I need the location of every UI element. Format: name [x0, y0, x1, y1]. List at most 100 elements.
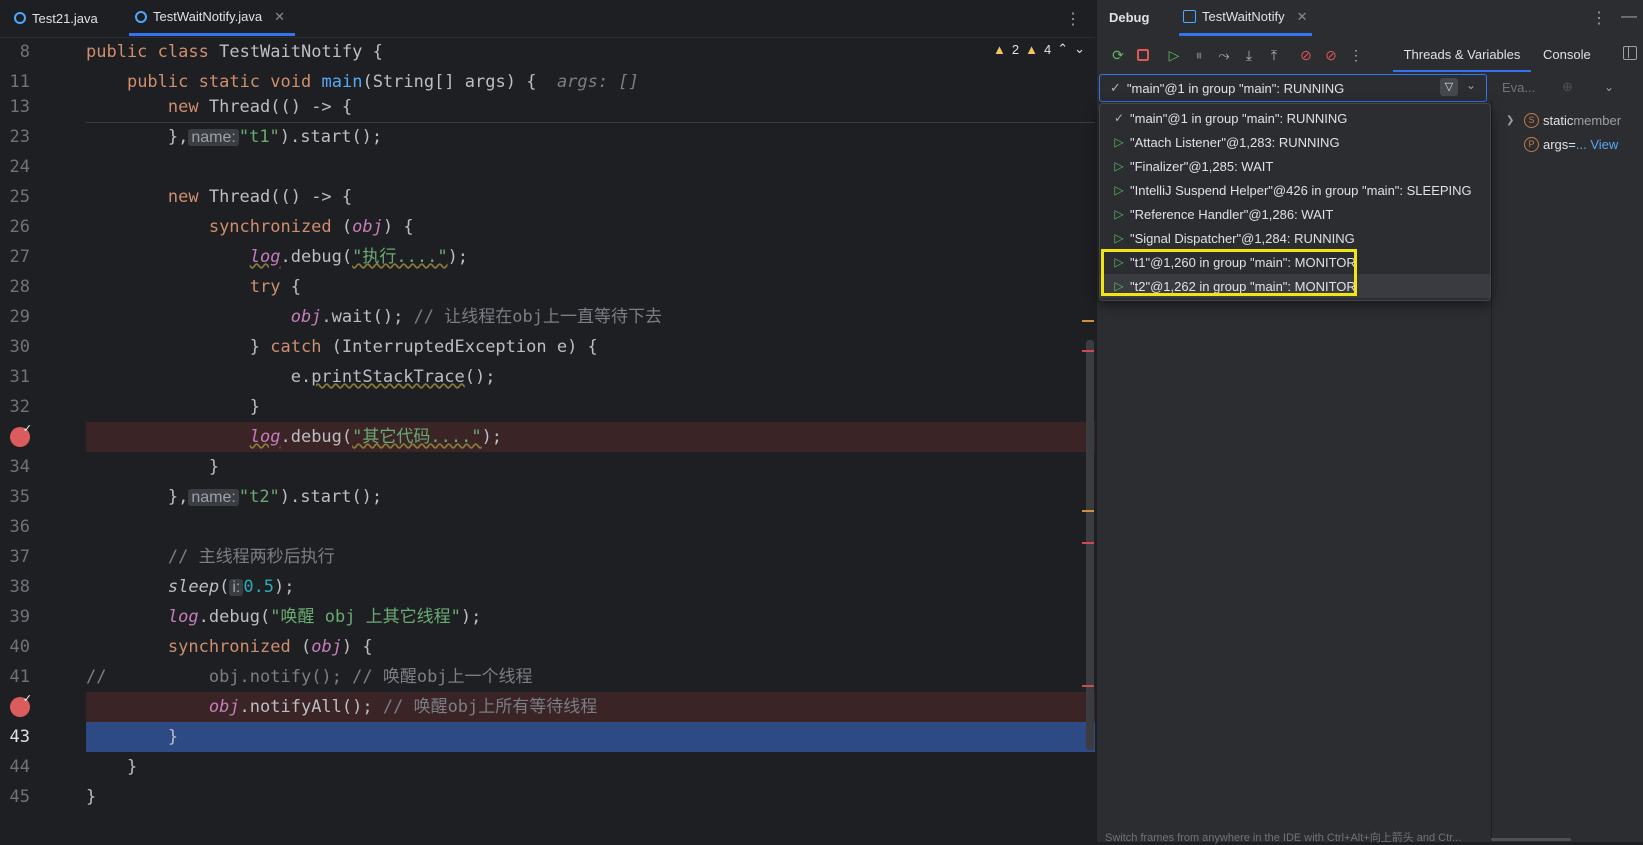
line-number: 41 [9, 667, 30, 687]
error-stripe-mark[interactable] [1082, 320, 1094, 322]
step-out-icon[interactable]: ⤒ [1265, 46, 1283, 64]
tab-threads-variables[interactable]: Threads & Variables [1393, 40, 1531, 72]
thread-item[interactable]: ▷ "Reference Handler"@1,286: WAIT [1100, 202, 1490, 226]
error-stripe-mark[interactable] [1082, 685, 1094, 687]
line-number: 27 [9, 247, 30, 267]
thread-item[interactable]: ▷ "IntelliJ Suspend Helper"@426 in group … [1100, 178, 1490, 202]
tab-testwaitnotify[interactable]: TestWaitNotify.java ✕ [129, 0, 295, 36]
line-number: 8 [19, 42, 30, 62]
thread-item[interactable]: ▷ "Signal Dispatcher"@1,284: RUNNING [1100, 226, 1490, 250]
tab-test21[interactable]: Test21.java [14, 0, 98, 36]
tab-label: TestWaitNotify.java [153, 9, 263, 24]
line-number: 24 [9, 157, 30, 177]
splitter[interactable] [1491, 100, 1492, 842]
line-number: 30 [9, 337, 30, 357]
close-icon[interactable]: ✕ [1297, 9, 1308, 25]
execution-line: } [86, 722, 1095, 752]
line-number: 45 [9, 787, 30, 807]
editor-scrollbar[interactable] [1086, 340, 1094, 750]
chevron-down-icon[interactable]: ⌄ [1466, 78, 1476, 92]
stop-button[interactable] [1134, 46, 1152, 64]
play-icon: ▷ [1114, 135, 1124, 149]
more-icon[interactable]: ⋮ [1065, 9, 1081, 29]
selected-thread-label: "main"@1 in group "main": RUNNING [1126, 80, 1345, 96]
gutter[interactable]: 8 11 13 23 24 25 26 27 28 29 30 31 32 34… [0, 37, 86, 842]
close-icon[interactable]: ✕ [274, 9, 285, 25]
mute-breakpoints-icon[interactable]: ⊘ [1322, 46, 1340, 64]
pause-icon[interactable]: ⏸ [1190, 46, 1208, 64]
layout-icon[interactable] [1623, 46, 1637, 60]
line-number: 35 [9, 487, 30, 507]
code-line: } [86, 787, 97, 807]
thread-dropdown-list: ✓ "main"@1 in group "main": RUNNING ▷ "Att… [1099, 103, 1491, 301]
parameter-hint: name: [188, 129, 239, 146]
inline-debug-value: args: [] [556, 72, 639, 92]
view-breakpoints-icon[interactable]: ⊘ [1297, 46, 1315, 64]
filter-icon[interactable]: ▽ [1440, 78, 1458, 96]
editor-pane: Test21.java TestWaitNotify.java ✕ ⋮ ▲ 2 ▲… [0, 0, 1095, 842]
tab-console[interactable]: Console [1543, 40, 1591, 70]
chevron-right-icon[interactable]: ❯ [1506, 115, 1518, 126]
code-line: new Thread(() -> { [167, 97, 353, 117]
step-into-icon[interactable]: ⤓ [1240, 46, 1258, 64]
play-icon: ▷ [1114, 231, 1124, 245]
line-number: 28 [9, 277, 30, 297]
debug-session-icon [1183, 10, 1196, 23]
check-icon: ✓ [1113, 111, 1125, 125]
play-icon: ▷ [1114, 207, 1124, 221]
minimize-icon[interactable]: — [1621, 8, 1637, 26]
static-badge-icon: S [1524, 112, 1539, 128]
debug-header: Debug TestWaitNotify ✕ ⋮ — [1097, 0, 1643, 36]
thread-item[interactable]: ▷ "Finalizer"@1,285: WAIT [1100, 154, 1490, 178]
debug-session-tab[interactable]: TestWaitNotify ✕ [1179, 0, 1312, 36]
more-icon[interactable]: ⋮ [1591, 8, 1607, 28]
code-line: } [208, 457, 220, 477]
stop-icon [1137, 49, 1149, 61]
breakpoint-line: log.debug("其它代码...."); [86, 422, 1095, 452]
error-stripe-mark[interactable] [1082, 542, 1094, 544]
code-line: // 主线程两秒后执行 [167, 547, 335, 567]
line-number: 29 [9, 307, 30, 327]
line-number: 38 [9, 577, 30, 597]
resume-icon[interactable]: ▷ [1165, 46, 1183, 64]
code-line: log.debug("唤醒 obj 上其它线程"); [167, 607, 482, 627]
chevron-down-icon[interactable]: ⌄ [1604, 80, 1614, 94]
tab-label: Test21.java [32, 10, 98, 26]
status-hint: Switch frames from anywhere in the IDE w… [1105, 832, 1462, 844]
code-line: // obj.notify(); // 唤醒obj上一个线程 [86, 667, 533, 687]
code-line: sleep(i: 0.5); [167, 577, 295, 597]
error-stripe-mark[interactable] [1082, 350, 1094, 352]
play-icon: ▷ [1114, 159, 1124, 173]
code-line: synchronized (obj) { [167, 637, 373, 657]
line-number: 37 [9, 547, 30, 567]
code-line: obj.wait(); // 让线程在obj上一直等待下去 [290, 307, 662, 327]
code-area[interactable]: public class TestWaitNotify { public sta… [86, 37, 1095, 842]
line-number: 31 [9, 367, 30, 387]
play-icon: ▷ [1114, 183, 1124, 197]
line-number: 43 [9, 727, 30, 747]
thread-selector[interactable]: ✓ "main"@1 in group "main": RUNNING ▽ ⌄ [1099, 74, 1487, 102]
line-number: 34 [9, 457, 30, 477]
code-line: } [249, 397, 261, 417]
breakpoint-icon[interactable] [10, 692, 32, 717]
thread-item[interactable]: ▷ "Attach Listener"@1,283: RUNNING [1100, 130, 1490, 154]
breakpoint-icon[interactable] [10, 422, 32, 447]
more-icon[interactable]: ⋮ [1347, 46, 1365, 64]
java-class-icon [14, 12, 26, 24]
thread-item[interactable]: ✓ "main"@1 in group "main": RUNNING [1100, 106, 1490, 130]
rerun-icon[interactable]: ⟳ [1109, 46, 1127, 64]
variable-row[interactable]: P args = ... View [1492, 132, 1643, 156]
variable-row[interactable]: ❯ S static member [1492, 108, 1643, 132]
evaluate-expression-field[interactable]: Eva... ⊕ ⌄ [1492, 74, 1642, 100]
error-stripe-mark[interactable] [1082, 510, 1094, 512]
line-number: 39 [9, 607, 30, 627]
view-link[interactable]: ... View [1576, 137, 1618, 152]
horizontal-scrollbar[interactable] [1491, 838, 1571, 841]
step-over-icon[interactable]: ⤳ [1215, 46, 1233, 64]
add-watch-icon[interactable]: ⊕ [1562, 79, 1573, 95]
code-line: public class TestWaitNotify { [86, 42, 383, 62]
check-icon: ✓ [1110, 80, 1121, 95]
java-class-icon [135, 10, 147, 23]
highlight-annotation-box [1101, 249, 1357, 296]
editor-tab-bar: Test21.java TestWaitNotify.java ✕ ⋮ [0, 0, 1095, 38]
